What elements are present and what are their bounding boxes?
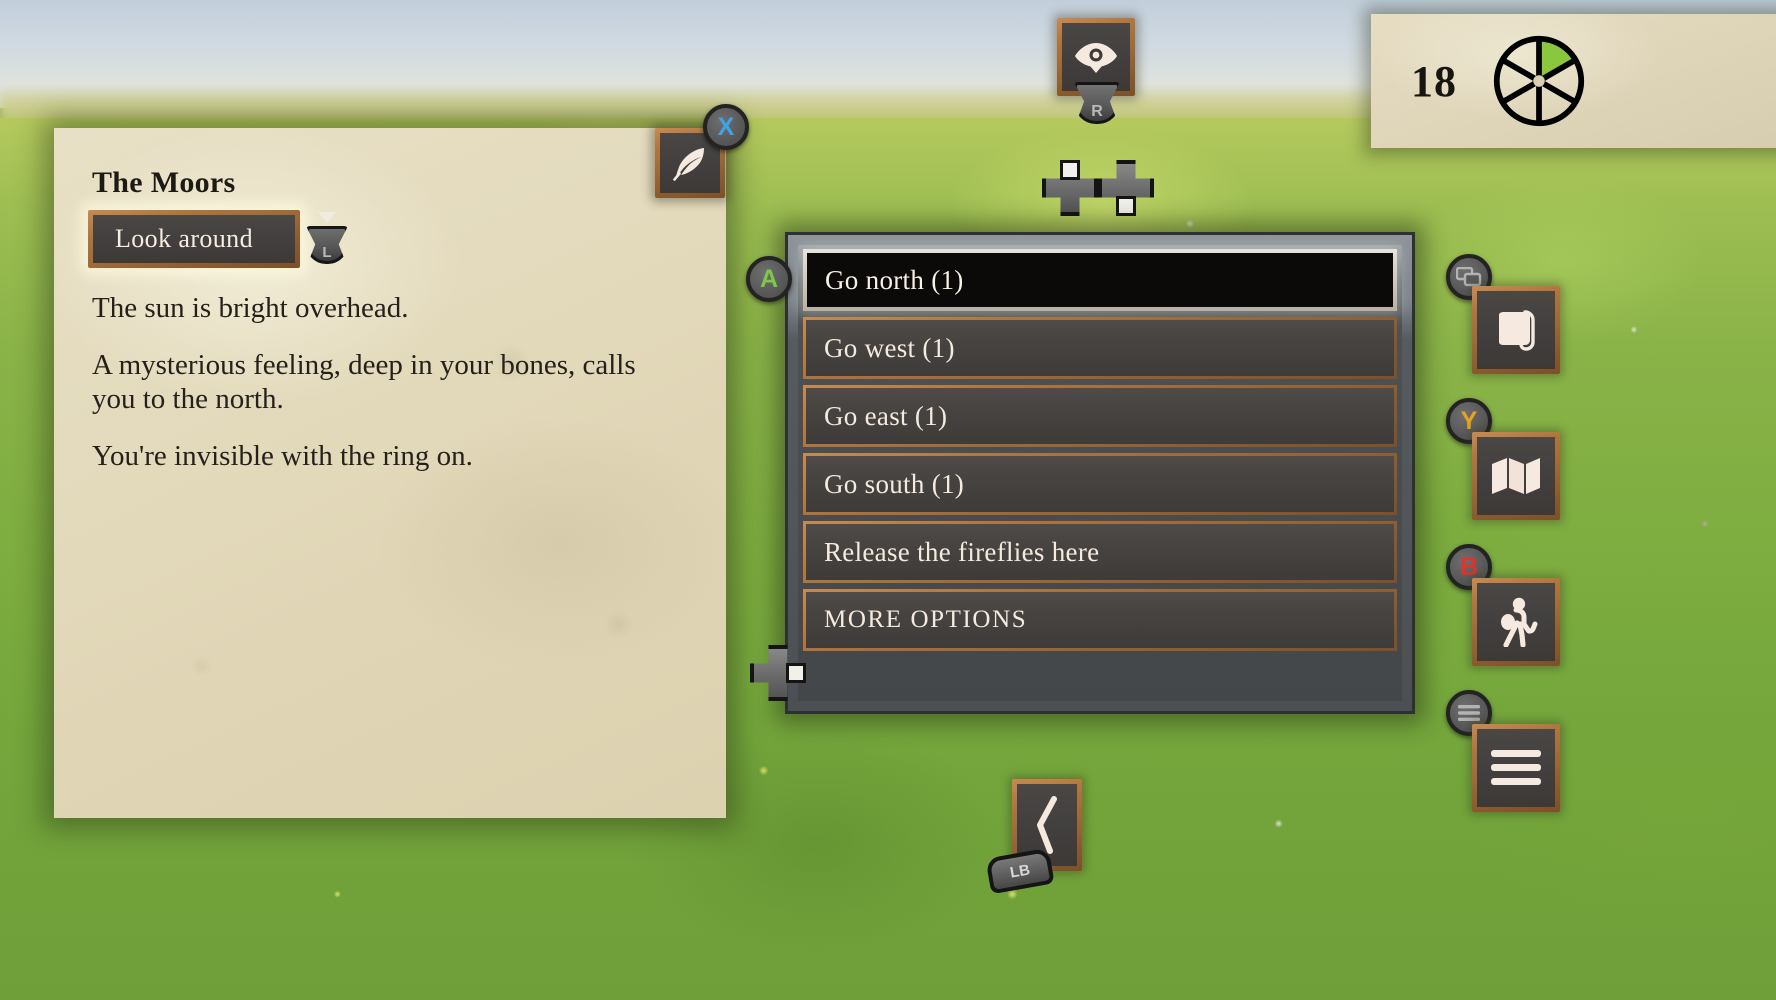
choice-list: Go north (1) Go west (1) Go east (1) Go sou… xyxy=(798,245,1402,701)
score-value: 18 xyxy=(1411,56,1457,106)
choice-item-face: Go north (1) xyxy=(807,253,1393,307)
pad-button-a-label: A xyxy=(759,264,779,293)
choice-item-2[interactable]: Go east (1) xyxy=(803,385,1397,447)
map-icon xyxy=(1490,456,1542,496)
choice-item-label: Go south (1) xyxy=(824,468,965,499)
choice-item-label: Go north (1) xyxy=(825,264,964,295)
traveler-icon xyxy=(1493,597,1539,647)
choice-item-face: Release the fireflies here xyxy=(806,524,1394,580)
choice-item-label: Release the fireflies here xyxy=(824,536,1100,567)
choice-item-face: Go east (1) xyxy=(806,388,1394,444)
choice-item-label: MORE OPTIONS xyxy=(824,606,1028,633)
choice-item-4[interactable]: Release the fireflies here xyxy=(803,521,1397,583)
story-paragraph-1: The sun is bright overhead. xyxy=(92,292,409,324)
choice-item-5[interactable]: MORE OPTIONS xyxy=(803,589,1397,651)
choice-item-label: Go west (1) xyxy=(824,332,955,363)
shoulder-button-lb-label: LB xyxy=(1008,860,1032,882)
dpad-up-icon xyxy=(1042,160,1098,216)
game-screen: The Moors The sun is bright overhead. A … xyxy=(0,0,1776,1000)
eye-icon xyxy=(1074,40,1118,74)
choice-item-label: Go east (1) xyxy=(824,400,948,431)
story-paragraph-3: You're invisible with the ring on. xyxy=(92,439,473,472)
score-widget: 18 xyxy=(1371,14,1776,148)
page-title: The Moors xyxy=(92,166,236,199)
windows-select-icon xyxy=(1456,267,1482,287)
choice-menu-panel: Go north (1) Go west (1) Go east (1) Go sou… xyxy=(785,232,1415,714)
dpad-right-icon xyxy=(750,645,806,701)
hamburger-icon xyxy=(1490,749,1542,787)
journal-icon xyxy=(1492,306,1540,354)
choice-item-face: Go south (1) xyxy=(806,456,1394,512)
sidebar-item-menu[interactable] xyxy=(1472,724,1560,812)
pad-button-a[interactable]: A xyxy=(746,256,792,302)
story-panel: The Moors The sun is bright overhead. A … xyxy=(54,128,726,818)
sidebar-item-travel[interactable] xyxy=(1472,578,1560,666)
story-paragraph-2: A mysterious feeling, deep in your bones… xyxy=(92,348,636,415)
chevron-left-icon xyxy=(1033,796,1061,854)
choice-item-face: Go west (1) xyxy=(806,320,1394,376)
right-stick-hint-icon: R xyxy=(1072,80,1124,132)
hamburger-small-icon xyxy=(1457,704,1481,722)
choice-item-1[interactable]: Go west (1) xyxy=(803,317,1397,379)
choice-item-0[interactable]: Go north (1) xyxy=(803,249,1397,311)
choice-item-3[interactable]: Go south (1) xyxy=(803,453,1397,515)
progress-wheel-icon xyxy=(1491,33,1587,129)
dpad-down-icon xyxy=(1098,160,1154,216)
sidebar-item-journal[interactable] xyxy=(1472,286,1560,374)
right-stick-label: R xyxy=(1091,103,1103,120)
choice-item-face: MORE OPTIONS xyxy=(806,592,1394,648)
sidebar-item-map[interactable] xyxy=(1472,432,1560,520)
